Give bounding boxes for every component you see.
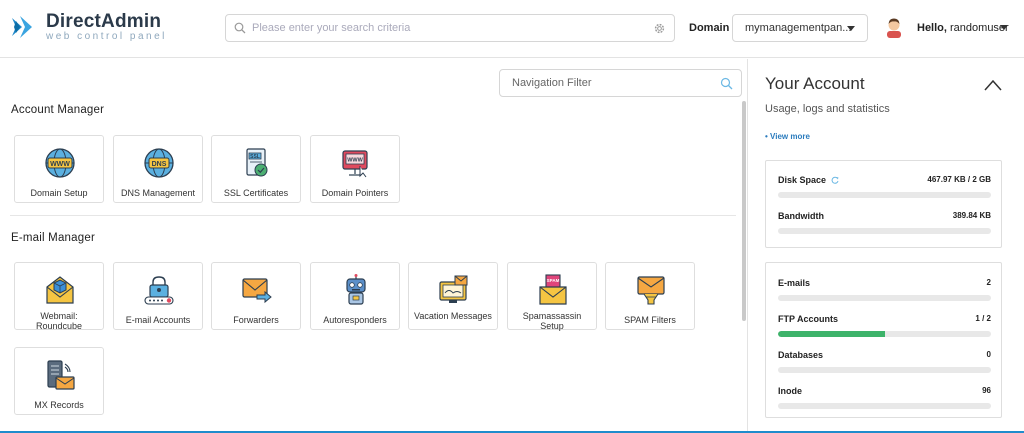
progress-bar	[778, 403, 991, 409]
search-input[interactable]	[252, 22, 642, 34]
directadmin-logo-icon	[12, 16, 32, 38]
stat-value: 1 / 2	[975, 314, 991, 323]
tile-label: E-mail Accounts	[125, 315, 191, 325]
section-title-account-manager: Account Manager	[11, 104, 105, 116]
top-bar: DirectAdmin web control panel Domain mym…	[0, 0, 1024, 58]
logo-title: DirectAdmin	[46, 11, 162, 32]
scrollbar[interactable]	[742, 101, 746, 321]
tile-label: Webmail: Roundcube	[35, 311, 83, 331]
section-title-email-manager: E-mail Manager	[11, 232, 95, 244]
domain-label: Domain	[689, 22, 730, 34]
hello-prefix: Hello,	[917, 22, 947, 34]
tile-domain-pointers[interactable]: WWW Domain Pointers	[310, 135, 400, 203]
usage-card-resources: E-mails 2 FTP Accounts 1 / 2 Databases 0…	[765, 262, 1002, 418]
logo[interactable]: DirectAdmin web control panel	[10, 12, 167, 42]
tile-spam-filters[interactable]: SPAM Filters	[605, 262, 695, 330]
stat-value: 2	[986, 278, 991, 287]
tile-dns-management[interactable]: DNS DNS Management	[113, 135, 203, 203]
progress-bar	[778, 331, 991, 337]
stat-label: Bandwidth	[778, 211, 824, 221]
tile-label: DNS Management	[120, 188, 196, 198]
www-globe-icon: WWW	[45, 148, 75, 178]
navigation-filter[interactable]	[499, 69, 742, 97]
usage-card-storage: Disk Space 467.97 KB / 2 GB Bandwidth 38…	[765, 160, 1002, 248]
tile-email-accounts[interactable]: E-mail Accounts	[113, 262, 203, 330]
account-sidebar: Your Account Usage, logs and statistics …	[747, 59, 1024, 433]
email-account-lock-icon	[144, 276, 174, 305]
progress-bar	[778, 192, 991, 198]
ssl-certificate-icon: SSL	[246, 148, 268, 177]
tile-label: Spamassassin Setup	[522, 311, 582, 331]
search-icon	[234, 22, 246, 34]
tile-label: Forwarders	[233, 315, 279, 325]
mx-server-icon	[47, 360, 75, 390]
stat-label: Disk Space	[778, 175, 839, 185]
navigation-filter-input[interactable]	[512, 77, 712, 89]
tile-label: SSL Certificates	[223, 188, 289, 198]
spam-filter-icon	[637, 276, 665, 305]
webmail-envelope-icon	[46, 276, 74, 304]
tile-label: SPAM Filters	[624, 315, 676, 325]
avatar[interactable]	[884, 16, 904, 38]
gear-icon[interactable]	[653, 22, 666, 35]
dns-globe-icon: DNS	[144, 148, 174, 178]
chevron-down-icon	[847, 26, 855, 31]
forward-envelope-icon	[242, 278, 272, 304]
stat-value: 0	[986, 350, 991, 359]
stat-label: Databases	[778, 350, 824, 360]
svg-text:SSL: SSL	[250, 154, 260, 160]
section-divider	[10, 215, 736, 216]
tile-label: MX Records	[34, 400, 84, 410]
stat-label: Inode	[778, 386, 802, 396]
progress-bar	[778, 295, 991, 301]
svg-text:WWW: WWW	[347, 158, 363, 164]
view-more-link[interactable]: • View more	[765, 132, 810, 141]
stat-label: E-mails	[778, 278, 811, 288]
main-content: Account Manager WWW Domain Setup DNS DNS…	[0, 59, 746, 433]
progress-bar	[778, 228, 991, 234]
domain-select-value: mymanagementpan...	[745, 22, 852, 34]
stat-label: FTP Accounts	[778, 314, 839, 324]
search-icon	[720, 77, 733, 90]
tile-spamassassin-setup[interactable]: SPAM Spamassassin Setup	[507, 262, 597, 331]
progress-bar	[778, 367, 991, 373]
sidebar-subtitle: Usage, logs and statistics	[765, 103, 890, 115]
tile-autoresponders[interactable]: Autoresponders	[310, 262, 400, 330]
tile-mx-records[interactable]: MX Records	[14, 347, 104, 415]
refresh-icon[interactable]	[831, 176, 839, 184]
tile-domain-setup[interactable]: WWW Domain Setup	[14, 135, 104, 203]
tile-label: Domain Pointers	[321, 188, 389, 198]
spam-envelope-icon: SPAM	[539, 274, 567, 305]
user-greeting[interactable]: Hello, randomuser	[917, 22, 1009, 34]
robot-icon	[346, 274, 366, 305]
global-search[interactable]	[225, 14, 675, 42]
vacation-monitor-icon	[439, 275, 468, 303]
domain-select[interactable]: mymanagementpan...	[732, 14, 868, 42]
logo-subtitle: web control panel	[46, 31, 167, 42]
tile-ssl-certificates[interactable]: SSL SSL Certificates	[211, 135, 301, 203]
tile-label: Autoresponders	[323, 315, 387, 325]
stat-value: 389.84 KB	[952, 211, 991, 220]
chevron-up-icon[interactable]	[983, 78, 1003, 92]
user-menu-chevron-icon[interactable]	[1000, 25, 1008, 30]
sidebar-title: Your Account	[765, 74, 865, 93]
tile-vacation-messages[interactable]: Vacation Messages	[408, 262, 498, 330]
tile-label: Vacation Messages	[414, 311, 492, 321]
svg-text:WWW: WWW	[50, 161, 70, 168]
domain-pointer-icon: WWW	[342, 150, 368, 178]
stat-value: 96	[982, 386, 991, 395]
tile-label: Domain Setup	[30, 188, 88, 198]
stat-value: 467.97 KB / 2 GB	[927, 175, 991, 184]
svg-text:DNS: DNS	[152, 161, 167, 168]
svg-text:SPAM: SPAM	[547, 278, 560, 283]
tile-forwarders[interactable]: Forwarders	[211, 262, 301, 330]
tile-webmail-roundcube[interactable]: Webmail: Roundcube	[14, 262, 104, 331]
